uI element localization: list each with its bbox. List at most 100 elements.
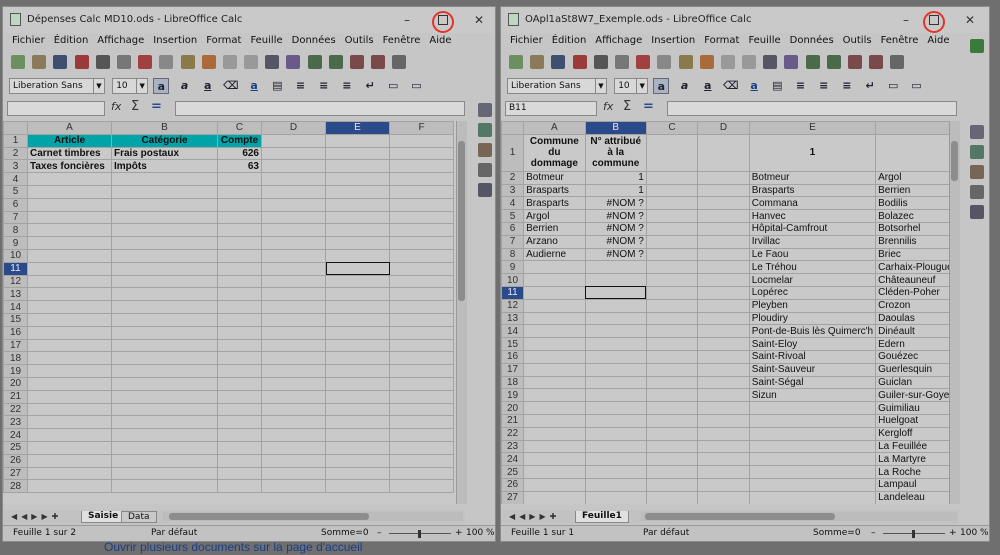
cell[interactable]: Catégorie	[111, 133, 218, 148]
zoom-slider-knob[interactable]	[912, 530, 915, 538]
print-icon[interactable]	[95, 55, 110, 69]
cell[interactable]	[645, 247, 699, 262]
cell[interactable]	[748, 439, 877, 454]
wrap-text-icon[interactable]: ↵	[362, 78, 378, 94]
spellcheck-icon[interactable]	[286, 55, 301, 69]
cell[interactable]	[697, 490, 750, 504]
row-header[interactable]: 4	[501, 196, 525, 211]
gallery-icon[interactable]	[970, 165, 984, 179]
cell[interactable]	[389, 479, 454, 494]
copy-icon[interactable]	[159, 55, 174, 69]
cell[interactable]	[111, 338, 218, 353]
cell[interactable]	[325, 287, 390, 302]
cell[interactable]: Locmelar	[748, 273, 877, 287]
zoom-in-icon[interactable]: +	[949, 526, 957, 541]
cell[interactable]	[261, 312, 326, 327]
row-header[interactable]: 8	[501, 247, 525, 262]
cell[interactable]: Botmeur	[748, 170, 877, 185]
cell[interactable]: Commune du dommage	[523, 133, 586, 172]
cell[interactable]	[645, 426, 699, 441]
row-header[interactable]: 26	[501, 477, 525, 492]
cell[interactable]	[697, 401, 750, 415]
cell[interactable]	[217, 312, 262, 327]
cell[interactable]: Crozon	[875, 298, 959, 313]
cell[interactable]	[697, 426, 750, 441]
cell[interactable]	[389, 159, 454, 174]
cell[interactable]	[27, 415, 112, 430]
row-header[interactable]: 27	[3, 466, 28, 481]
menu-4[interactable]: Format	[206, 33, 241, 46]
cell[interactable]	[111, 236, 218, 250]
row-header[interactable]: 21	[501, 413, 525, 428]
cell[interactable]	[389, 248, 454, 263]
cell[interactable]	[217, 261, 262, 276]
cell[interactable]	[697, 477, 750, 492]
cell[interactable]	[389, 351, 454, 366]
menu-8[interactable]: Fenêtre	[881, 33, 919, 46]
tab-navigation-arrows[interactable]: ◀◀▶▶✚	[11, 512, 62, 521]
column-header[interactable]: E	[325, 121, 390, 135]
cell[interactable]	[27, 184, 112, 199]
cell[interactable]: La Feuillée	[875, 439, 959, 454]
align-right-icon[interactable]: ≡	[839, 78, 855, 94]
cell[interactable]	[325, 453, 390, 468]
styles-icon[interactable]	[478, 123, 492, 137]
horizontal-scrollbar[interactable]	[163, 512, 463, 521]
cell[interactable]	[697, 133, 750, 172]
cell[interactable]	[697, 170, 750, 185]
column-icon[interactable]	[826, 55, 841, 69]
cell[interactable]	[697, 209, 750, 223]
column-icon[interactable]	[328, 55, 343, 69]
row-header[interactable]: 16	[501, 349, 525, 364]
cell[interactable]	[697, 183, 750, 198]
cell[interactable]	[27, 428, 112, 442]
cell[interactable]: Arzano	[523, 234, 586, 249]
cell[interactable]	[697, 260, 750, 275]
cell[interactable]	[111, 172, 218, 186]
cell[interactable]	[27, 172, 112, 186]
font-color-icon[interactable]: a	[746, 78, 762, 94]
cell[interactable]	[389, 261, 454, 276]
cell[interactable]	[27, 440, 112, 455]
cell[interactable]	[261, 236, 326, 250]
cell[interactable]: 63	[217, 159, 262, 174]
cell[interactable]: Gouézec	[875, 349, 959, 364]
row-header[interactable]: 7	[501, 234, 525, 249]
cell[interactable]: Lampaul	[875, 477, 959, 492]
cell[interactable]	[261, 223, 326, 238]
cell[interactable]: Pont-de-Buis lès Quimerc'h	[748, 324, 877, 339]
cell[interactable]	[217, 236, 262, 250]
cell[interactable]	[523, 426, 586, 441]
cell[interactable]: Impôts	[111, 159, 218, 174]
cell[interactable]	[261, 184, 326, 199]
cell[interactable]	[27, 248, 112, 263]
cell[interactable]	[523, 439, 586, 454]
save-icon[interactable]	[53, 55, 68, 69]
font-size-box[interactable]: 10 ▼	[614, 78, 649, 94]
cell[interactable]	[325, 364, 390, 378]
save-icon[interactable]	[551, 55, 566, 69]
corner-cell[interactable]	[501, 121, 525, 135]
cell[interactable]	[111, 184, 218, 199]
cell[interactable]	[27, 287, 112, 302]
cell[interactable]	[261, 325, 326, 340]
cell[interactable]	[697, 439, 750, 454]
cell[interactable]	[748, 426, 877, 441]
paste-icon[interactable]	[678, 55, 693, 69]
cell[interactable]	[389, 376, 454, 391]
cell[interactable]: Kergloff	[875, 426, 959, 441]
cell[interactable]: Hanvec	[748, 209, 877, 223]
cell[interactable]	[584, 388, 647, 403]
cell[interactable]	[27, 466, 112, 481]
cell[interactable]	[645, 234, 699, 249]
italic-button[interactable]: a	[177, 78, 193, 94]
cell[interactable]: Sizun	[748, 388, 877, 403]
cell[interactable]	[261, 376, 326, 391]
cell[interactable]: Compte	[217, 133, 262, 148]
menu-1[interactable]: Édition	[54, 33, 89, 46]
row-header[interactable]: 6	[3, 197, 28, 212]
print-icon[interactable]	[593, 55, 608, 69]
cell[interactable]	[325, 159, 390, 174]
gallery-icon[interactable]	[478, 143, 492, 157]
cell[interactable]	[111, 479, 218, 494]
